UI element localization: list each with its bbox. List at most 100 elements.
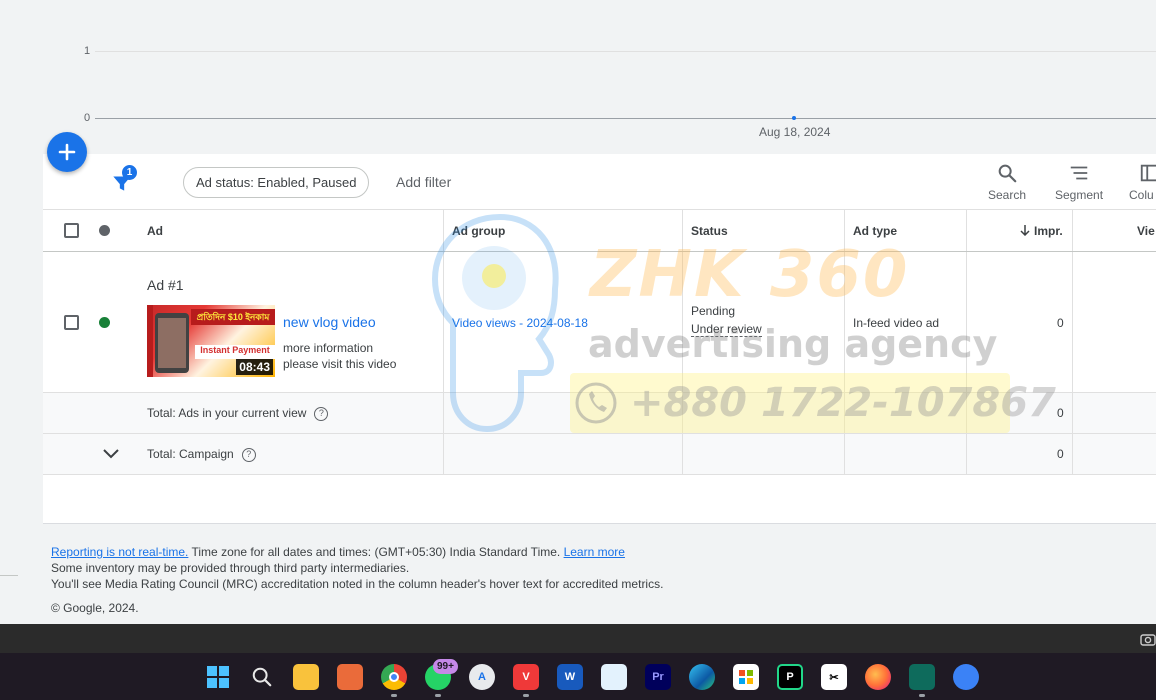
learn-more-link[interactable]: Learn more <box>564 545 625 559</box>
header-status[interactable]: Status <box>691 224 728 238</box>
total-label: Total: Campaign? <box>147 447 256 462</box>
ad-group-link[interactable]: Video views - 2024-08-18 <box>452 316 588 330</box>
total-row-campaign: Total: Campaign? 0 <box>43 434 1156 475</box>
ad-status-filter-chip[interactable]: Ad status: Enabled, Paused <box>183 167 370 198</box>
x-axis <box>95 118 1156 119</box>
y-tick-label: 0 <box>84 112 91 124</box>
enabled-status-dot[interactable] <box>99 317 110 328</box>
column-divider <box>1072 210 1073 251</box>
total-label-text: Total: Campaign <box>147 447 234 461</box>
help-icon[interactable]: ? <box>241 447 256 462</box>
column-divider <box>682 434 683 474</box>
snipping-tool-icon[interactable] <box>337 664 363 690</box>
column-divider <box>1072 393 1073 433</box>
chevron-down-icon[interactable] <box>102 445 120 463</box>
data-point[interactable] <box>792 116 796 120</box>
app-store-icon[interactable]: A <box>469 664 495 690</box>
ad-description-line: more information <box>283 341 374 355</box>
x-tick-label: Aug 18, 2024 <box>759 125 831 139</box>
microsoft-store-icon[interactable] <box>733 664 759 690</box>
y-tick-label: 1 <box>84 45 91 57</box>
columns-label: Colu <box>1129 188 1154 202</box>
select-all-checkbox[interactable] <box>64 223 79 238</box>
column-divider <box>966 252 967 392</box>
timezone-text: Time zone for all dates and times: (GMT+… <box>188 545 564 559</box>
column-divider <box>1072 252 1073 392</box>
status-column-icon <box>99 225 110 236</box>
word-icon[interactable]: W <box>557 664 583 690</box>
gridline <box>95 51 1156 52</box>
search-button[interactable]: Search <box>988 162 1026 202</box>
footer-line-timezone: Reporting is not real-time. Time zone fo… <box>51 545 625 559</box>
header-ad[interactable]: Ad <box>147 224 163 238</box>
reporting-link[interactable]: Reporting is not real-time. <box>51 545 188 559</box>
running-indicator <box>919 694 925 697</box>
file-explorer-icon[interactable] <box>293 664 319 690</box>
ad-description-line: please visit this video <box>283 357 397 371</box>
header-impr[interactable]: Impr. <box>1019 224 1063 238</box>
notepad-icon[interactable] <box>601 664 627 690</box>
chrome-icon[interactable] <box>381 664 407 690</box>
camera-icon[interactable] <box>1140 632 1156 646</box>
filmora-icon[interactable] <box>909 664 935 690</box>
total-label: Total: Ads in your current view? <box>147 406 329 421</box>
running-indicator <box>523 694 529 697</box>
table-header-row: Ad Ad group Status Ad type Impr. Vie <box>43 210 1156 252</box>
sync-icon[interactable] <box>953 664 979 690</box>
column-divider <box>844 210 845 251</box>
table-row[interactable]: Ad #1 প্রতিদিন $10 ইনকাম Instant Payment… <box>43 252 1156 393</box>
row-checkbox[interactable] <box>64 315 79 330</box>
column-divider <box>966 434 967 474</box>
running-indicator <box>391 694 397 697</box>
header-impr-label: Impr. <box>1034 224 1063 238</box>
ad-headline-link[interactable]: new vlog video <box>283 314 376 330</box>
thumbnail-phone-image <box>155 313 189 373</box>
arrow-down-icon <box>1020 225 1030 237</box>
segment-button[interactable]: Segment <box>1055 162 1103 202</box>
divider <box>0 575 18 576</box>
thumbnail-strip <box>147 305 153 377</box>
create-button[interactable] <box>47 132 87 172</box>
column-divider <box>682 210 683 251</box>
windows-taskbar: A V W Pr P ✂ <box>0 653 1156 700</box>
column-divider <box>844 252 845 392</box>
firefox-icon[interactable] <box>865 664 891 690</box>
video-thumbnail[interactable]: প্রতিদিন $10 ইনকাম Instant Payment 08:43 <box>147 305 275 377</box>
start-icon[interactable] <box>205 664 231 690</box>
thumbnail-text: Instant Payment <box>195 345 275 359</box>
total-impr-value: 0 <box>1057 406 1064 420</box>
total-row-current-view: Total: Ads in your current view? 0 <box>43 393 1156 434</box>
header-ad-group[interactable]: Ad group <box>452 224 505 238</box>
performance-chart: 1 0 Aug 18, 2024 <box>0 0 1156 154</box>
column-divider <box>844 434 845 474</box>
column-divider <box>443 210 444 251</box>
ad-type-value: In-feed video ad <box>853 316 940 330</box>
video-duration: 08:43 <box>236 359 273 375</box>
segment-icon <box>1070 166 1088 180</box>
column-divider <box>443 434 444 474</box>
add-filter-button[interactable]: Add filter <box>396 174 451 190</box>
ad-title: Ad #1 <box>147 277 184 293</box>
filter-count-badge: 1 <box>122 165 137 180</box>
plus-icon <box>58 143 76 161</box>
premiere-pro-icon[interactable]: Pr <box>645 664 671 690</box>
vivaldi-icon[interactable]: V <box>513 664 539 690</box>
search-icon[interactable] <box>249 664 275 690</box>
screenshot-ribbon <box>0 624 1156 653</box>
header-ad-type[interactable]: Ad type <box>853 224 897 238</box>
header-views[interactable]: Vie <box>1137 224 1155 238</box>
status-pending: Pending <box>691 304 736 318</box>
column-divider <box>966 210 967 251</box>
columns-icon <box>1140 164 1156 182</box>
columns-button[interactable]: Colu <box>1129 162 1156 202</box>
edge-icon[interactable] <box>689 664 715 690</box>
status-under-review[interactable]: Under review <box>691 322 762 337</box>
footer-line-mrc: You'll see Media Rating Council (MRC) ac… <box>51 577 664 591</box>
capcut-icon[interactable]: ✂ <box>821 664 847 690</box>
column-divider <box>443 252 444 392</box>
whatsapp-badge: 99+ <box>433 659 458 674</box>
pycharm-icon[interactable]: P <box>777 664 803 690</box>
search-label: Search <box>988 188 1027 202</box>
help-icon[interactable]: ? <box>314 406 329 421</box>
search-icon <box>998 164 1017 183</box>
